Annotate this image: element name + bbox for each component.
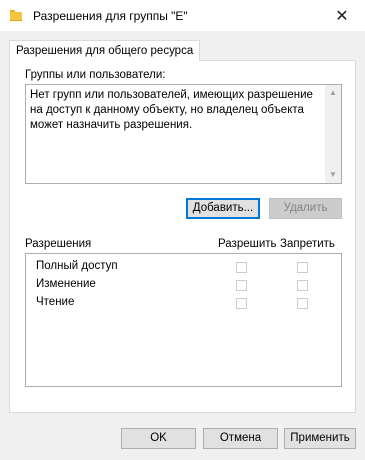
permission-name: Изменение xyxy=(36,278,96,290)
allow-change-checkbox[interactable] xyxy=(236,280,247,291)
deny-full-control-checkbox[interactable] xyxy=(297,262,308,273)
permissions-header: Разрешения xyxy=(25,238,92,250)
add-button[interactable]: Добавить... xyxy=(186,198,260,219)
users-scrollbar[interactable]: ▲ ▼ xyxy=(325,85,341,183)
cancel-button[interactable]: Отмена xyxy=(203,428,278,449)
deny-read-checkbox[interactable] xyxy=(297,298,308,309)
dialog-client: Разрешения для общего ресурса Группы или… xyxy=(0,31,365,460)
users-label: Группы или пользователи: xyxy=(25,69,166,81)
title-bar: Разрешения для группы "E" ✕ xyxy=(0,0,365,31)
allow-header: Разрешить xyxy=(218,238,277,250)
deny-header: Запретить xyxy=(280,238,335,250)
tab-share-permissions[interactable]: Разрешения для общего ресурса xyxy=(9,40,201,61)
window-title: Разрешения для группы "E" xyxy=(33,9,188,23)
allow-full-control-checkbox[interactable] xyxy=(236,262,247,273)
folder-icon xyxy=(10,10,22,21)
users-empty-message: Нет групп или пользователей, имеющих раз… xyxy=(30,89,313,131)
deny-change-checkbox[interactable] xyxy=(297,280,308,291)
permission-row-read: Чтение xyxy=(26,295,326,313)
users-list[interactable]: Нет групп или пользователей, имеющих раз… xyxy=(25,84,342,184)
permission-name: Полный доступ xyxy=(36,260,118,272)
permissions-list: Полный доступ Изменение Чтение xyxy=(25,253,342,387)
scroll-down-icon[interactable]: ▼ xyxy=(325,167,341,183)
close-button[interactable]: ✕ xyxy=(319,0,365,31)
ok-button[interactable]: OK xyxy=(121,428,196,449)
permission-row-full-control: Полный доступ xyxy=(26,259,326,277)
scroll-up-icon[interactable]: ▲ xyxy=(325,85,341,101)
remove-button[interactable]: Удалить xyxy=(269,198,342,219)
tab-panel: Группы или пользователи: Нет групп или п… xyxy=(9,60,356,413)
permission-name: Чтение xyxy=(36,296,75,308)
permission-row-change: Изменение xyxy=(26,277,326,295)
allow-read-checkbox[interactable] xyxy=(236,298,247,309)
apply-button[interactable]: Применить xyxy=(284,428,356,449)
